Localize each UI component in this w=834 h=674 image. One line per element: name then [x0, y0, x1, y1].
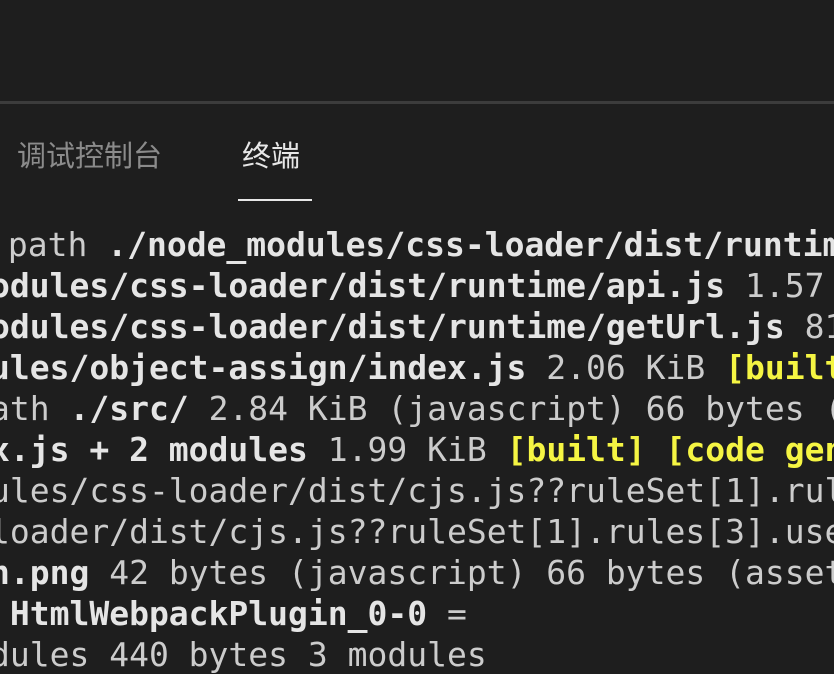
- terminal-text-segment: dules 440 bytes 3 modules: [0, 635, 487, 674]
- terminal-line: dules 440 bytes 3 modules: [0, 634, 487, 674]
- terminal-line: HtmlWebpackPlugin_0-0 =: [0, 593, 467, 634]
- terminal-text-segment: ath: [0, 389, 50, 428]
- terminal-text-segment: loader/dist/cjs.js??ruleSet[1].rules[3].…: [0, 512, 834, 551]
- terminal-text-segment: path: [7, 225, 88, 264]
- tab-debug-console[interactable]: 调试控制台: [17, 136, 162, 176]
- terminal-text-segment: =: [427, 594, 467, 633]
- terminal-line: odules/css-loader/dist/runtime/getUrl.js…: [0, 306, 834, 347]
- terminal-text-segment: ./src/: [69, 389, 189, 428]
- terminal-line: ules/css-loader/dist/cjs.js??ruleSet[1].…: [0, 470, 834, 511]
- editor-area: [0, 0, 834, 101]
- terminal-text-segment: 2.06 KiB: [526, 348, 726, 387]
- terminal-text-segment: n.png: [0, 553, 90, 592]
- terminal-line: ules/object-assign/index.js 2.06 KiB [bu…: [0, 347, 834, 388]
- terminal-text-segment: [built: [725, 348, 834, 387]
- terminal-text-segment: odules/css-loader/dist/runtime/api.js: [0, 266, 726, 305]
- terminal-line: ath ./src/ 2.84 KiB (javascript) 66 byte…: [0, 388, 834, 429]
- terminal-text-segment: 1.99 KiB: [307, 430, 507, 469]
- terminal-text-segment: odules/css-loader/dist/runtime/getUrl.js: [0, 307, 785, 346]
- terminal-text-segment: 81: [804, 307, 834, 346]
- terminal-text-segment: 2.84 KiB (javascript) 66 bytes (: [188, 389, 834, 428]
- terminal-text-segment: 42 bytes (javascript) 66 bytes (asset: [89, 553, 834, 592]
- terminal-text-segment: HtmlWebpackPlugin_0-0: [0, 594, 428, 633]
- terminal-line: odules/css-loader/dist/runtime/api.js 1.…: [0, 265, 824, 306]
- terminal-line: x.js + 2 modules 1.99 KiB [built] [code …: [0, 429, 834, 470]
- terminal-text-segment: 1.57: [725, 266, 825, 305]
- terminal-text-segment: ules/object-assign/index.js: [0, 348, 527, 387]
- tab-terminal[interactable]: 终端: [242, 136, 300, 176]
- terminal-line: loader/dist/cjs.js??ruleSet[1].rules[3].…: [0, 511, 834, 552]
- terminal-output[interactable]: path ./node_modules/css-loader/dist/runt…: [0, 222, 834, 674]
- terminal-text-segment: x.js + 2 modules: [0, 430, 308, 469]
- terminal-line: path ./node_modules/css-loader/dist/runt…: [0, 224, 834, 265]
- active-tab-indicator: [238, 199, 312, 201]
- terminal-text-segment: ules/css-loader/dist/cjs.js??ruleSet[1].…: [0, 471, 834, 510]
- terminal-line: n.png 42 bytes (javascript) 66 bytes (as…: [0, 552, 834, 593]
- terminal-text-segment: [built] [code gen: [506, 430, 834, 469]
- panel-border: [0, 101, 834, 104]
- terminal-text-segment: ./node_modules/css-loader/dist/runtim: [107, 225, 834, 264]
